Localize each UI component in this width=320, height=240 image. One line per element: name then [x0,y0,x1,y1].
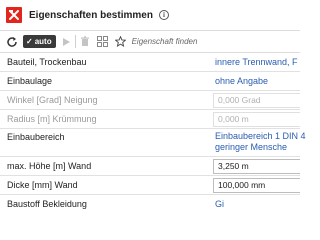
toolbar-divider [74,35,76,48]
property-value-field[interactable]: 3,250 m [213,159,300,174]
grid-icon[interactable] [96,36,108,47]
page-title: Eigenschaften bestimmen [29,9,153,21]
property-row[interactable]: Bauteil, Trockenbau innere Trennwand, F [0,53,300,72]
toolbar: ✓ auto [0,30,300,53]
star-icon[interactable] [114,36,126,47]
property-label: Einbaubereich [7,132,65,142]
property-value-field[interactable]: 100,000 mm [213,178,300,193]
tools-logo-icon [6,7,22,23]
property-row: Winkel [Grad] Neigung 0,000 Grad [0,91,300,110]
property-row[interactable]: max. Höhe [m] Wand 3,250 m [0,157,300,176]
property-row[interactable]: Einbaubereich Einbaubereich 1 DIN 4 geri… [0,129,306,157]
play-icon[interactable] [61,37,71,47]
property-label: max. Höhe [m] Wand [7,161,92,171]
property-row: Radius [m] Krümmung 0,000 m [0,110,300,129]
auto-toggle[interactable]: ✓ auto [23,35,56,48]
property-value-link[interactable]: innere Trennwand, F [215,57,298,67]
title-bar: Eigenschaften bestimmen i [0,0,300,30]
property-value-link[interactable]: Gi [215,199,224,209]
info-icon[interactable]: i [158,10,169,20]
property-value-link[interactable]: ohne Angabe [215,76,268,86]
search-input[interactable] [131,37,242,46]
delete-icon[interactable] [80,36,90,47]
property-value-field: 0,000 m [213,112,300,127]
property-label: Radius [m] Krümmung [7,114,97,124]
property-value-link[interactable]: Einbaubereich 1 DIN 4 [215,131,306,141]
property-label: Bauteil, Trockenbau [7,57,87,67]
auto-label: auto [34,37,52,46]
property-row[interactable]: Dicke [mm] Wand 100,000 mm [0,176,300,195]
check-icon: ✓ [26,37,33,46]
refresh-icon[interactable] [6,36,18,48]
property-label: Dicke [mm] Wand [7,180,78,190]
property-label: Winkel [Grad] Neigung [7,95,98,105]
property-value-link[interactable]: geringer Mensche [215,142,287,152]
property-label: Baustoff Bekleidung [7,199,87,209]
property-label: Einbaulage [7,76,53,86]
property-row[interactable]: Einbaulage ohne Angabe [0,72,300,91]
property-value-field: 0,000 Grad [213,93,300,108]
property-row[interactable]: Baustoff Bekleidung Gi [0,195,300,220]
